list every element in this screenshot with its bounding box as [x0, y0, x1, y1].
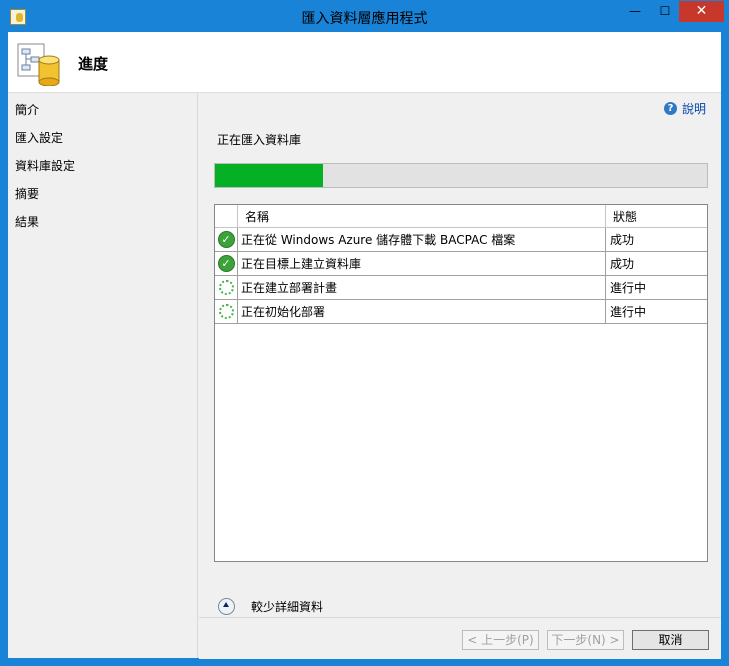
row-name: 正在目標上建立資料庫 [237, 251, 606, 276]
in-progress-spinner-icon [218, 280, 234, 295]
in-progress-spinner-icon [218, 304, 234, 319]
table-row[interactable]: ✓ 正在從 Windows Azure 儲存體下載 BACPAC 檔案 成功 [215, 227, 707, 252]
row-name: 正在初始化部署 [237, 299, 606, 324]
row-name: 正在建立部署計畫 [237, 275, 606, 300]
collapse-up-icon[interactable] [218, 598, 235, 615]
wizard-header: 進度 [8, 32, 721, 93]
progress-bar [214, 163, 708, 188]
progress-fill [215, 164, 324, 187]
row-name: 正在從 Windows Azure 儲存體下載 BACPAC 檔案 [237, 227, 606, 252]
column-header-name[interactable]: 名稱 [237, 205, 606, 228]
application-window: 匯入資料層應用程式 — ☐ ✕ 進度 簡介 匯入設定 資料庫設定 摘要 結果 ?… [0, 0, 729, 666]
help-label: 說明 [682, 102, 707, 116]
window-title: 匯入資料層應用程式 [301, 11, 428, 27]
status-message: 正在匯入資料庫 [217, 133, 302, 147]
nav-item-summary[interactable]: 摘要 [15, 185, 39, 202]
cancel-button[interactable]: 取消 [632, 630, 709, 650]
wizard-nav: 簡介 匯入設定 資料庫設定 摘要 結果 [8, 93, 198, 658]
page-title: 進度 [78, 55, 109, 73]
table-row[interactable]: 正在初始化部署 進行中 [215, 299, 707, 324]
row-status: 成功 [605, 251, 707, 276]
row-status: 進行中 [605, 299, 707, 324]
progress-table: 名稱 狀態 ✓ 正在從 Windows Azure 儲存體下載 BACPAC 檔… [214, 204, 708, 562]
previous-button[interactable]: < 上一步(P) [462, 630, 539, 650]
success-check-icon: ✓ [217, 231, 235, 248]
close-button[interactable]: ✕ [679, 1, 724, 22]
maximize-button[interactable]: ☐ [651, 1, 679, 22]
details-toggle[interactable]: 較少詳細資料 [218, 598, 323, 615]
wizard-footer: < 上一步(P) 下一步(N) > 取消 [199, 617, 721, 659]
wizard-client-area: 進度 簡介 匯入設定 資料庫設定 摘要 結果 ? 說明 正在匯入資料庫 名稱 狀… [8, 32, 721, 659]
main-panel: ? 說明 正在匯入資料庫 名稱 狀態 ✓ 正在從 Windows Azure 儲… [199, 93, 721, 617]
row-status: 進行中 [605, 275, 707, 300]
database-import-icon [17, 43, 60, 86]
minimize-button[interactable]: — [621, 1, 649, 22]
title-bar[interactable]: 匯入資料層應用程式 — ☐ ✕ [1, 1, 728, 32]
nav-item-introduction[interactable]: 簡介 [15, 101, 39, 118]
nav-item-database-settings[interactable]: 資料庫設定 [15, 157, 75, 174]
table-header-row: 名稱 狀態 [215, 205, 707, 228]
help-icon: ? [664, 102, 677, 115]
next-button[interactable]: 下一步(N) > [547, 630, 624, 650]
success-check-icon: ✓ [217, 255, 235, 272]
nav-item-results[interactable]: 結果 [15, 213, 39, 230]
table-row[interactable]: ✓ 正在目標上建立資料庫 成功 [215, 251, 707, 276]
details-toggle-label: 較少詳細資料 [251, 600, 324, 614]
row-status: 成功 [605, 227, 707, 252]
column-header-status[interactable]: 狀態 [605, 205, 707, 228]
table-row[interactable]: 正在建立部署計畫 進行中 [215, 275, 707, 300]
column-header-icon [215, 205, 238, 228]
help-link[interactable]: ? 說明 [664, 100, 706, 117]
nav-item-import-settings[interactable]: 匯入設定 [15, 129, 63, 146]
